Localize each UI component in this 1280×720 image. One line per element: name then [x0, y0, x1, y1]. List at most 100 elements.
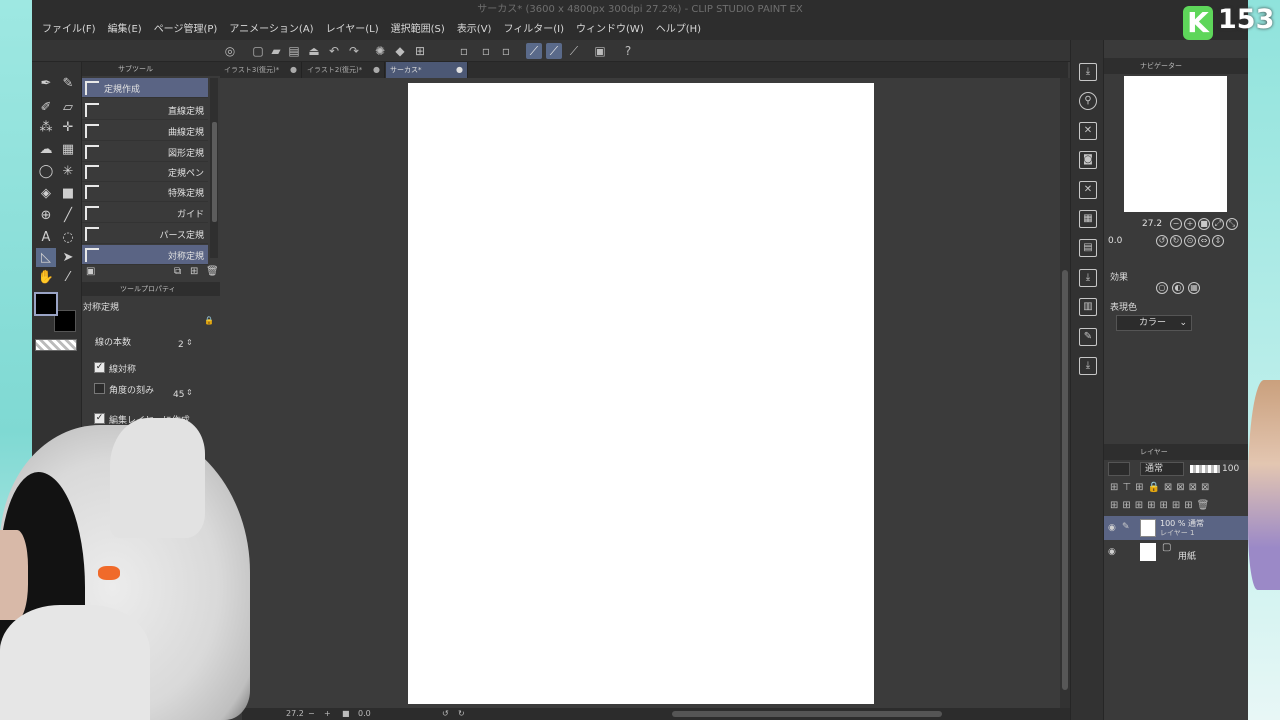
rotate-right-icon[interactable]: ↻ — [1170, 235, 1182, 247]
clip-studio-icon[interactable]: ◎ — [222, 43, 238, 59]
search-icon[interactable]: ⚲ — [1079, 92, 1097, 110]
blend-mode-select[interactable]: 通常 — [1140, 462, 1184, 476]
transform-icon[interactable]: ⊞ — [412, 43, 428, 59]
copy-subtool-icon[interactable]: ⧉ — [174, 266, 181, 277]
navigator-preview[interactable] — [1124, 76, 1227, 212]
eye-icon[interactable]: ◉ — [1108, 547, 1116, 557]
magic-wand-icon[interactable]: ✳ — [58, 162, 78, 181]
spinner-icon[interactable]: ⇕ — [186, 388, 193, 397]
decoration-icon[interactable]: ⁂ — [36, 118, 56, 137]
tab-illust3[interactable]: イラスト3(復元)* ● — [220, 62, 302, 78]
lock-icon[interactable]: 🔒 — [204, 316, 214, 325]
menu-selection[interactable]: 選択範囲(S) — [385, 20, 451, 40]
object-select-icon[interactable]: ⊕ — [36, 206, 56, 225]
eyedropper-icon[interactable]: ⁄ — [58, 268, 78, 287]
auto-action-icon[interactable]: ▥ — [1079, 298, 1097, 316]
subtool-item-perspective-ruler[interactable]: パース定規 — [82, 224, 208, 244]
canvas-scroll-thumb[interactable] — [1062, 270, 1068, 690]
close-panel-icon[interactable]: ✕ — [1079, 181, 1097, 199]
stop-icon[interactable]: ■ — [342, 708, 350, 720]
material-icon[interactable]: ✕ — [1079, 122, 1097, 140]
snap-grid-icon[interactable]: ⟋ — [566, 43, 582, 59]
line-icon[interactable]: ╱ — [58, 206, 78, 225]
operation-icon[interactable]: ➤ — [58, 248, 78, 267]
layer-tools-row-2[interactable]: ⊞⊞⊞⊞⊞⊞⊞🗑 — [1110, 500, 1213, 511]
subtool-item-guide[interactable]: ガイド — [82, 203, 208, 223]
transparent-color-swatch[interactable] — [35, 339, 77, 351]
opacity-value[interactable]: 100 — [1222, 464, 1239, 474]
menu-view[interactable]: 表示(V) — [451, 20, 498, 40]
zoom-in-icon[interactable]: + — [324, 708, 331, 720]
snap-special-ruler-icon[interactable]: ⟋ — [546, 43, 562, 59]
zoom-out-icon[interactable]: − — [308, 708, 315, 720]
tab-circus[interactable]: サーカス* ● — [386, 62, 468, 78]
status-zoom[interactable]: 27.2 — [286, 708, 304, 720]
expression-color-select[interactable]: カラー ⌄ — [1116, 315, 1192, 331]
layer-property-icon[interactable]: ▤ — [1079, 239, 1097, 257]
flip-horizontal-icon[interactable]: ⇔ — [1198, 235, 1210, 247]
tab-close-icon[interactable]: ● — [373, 62, 380, 78]
layer-color-icon[interactable] — [1108, 462, 1130, 476]
canvas-paper[interactable] — [408, 83, 874, 704]
snap-ruler-icon[interactable]: ⟋ — [526, 43, 542, 59]
rotate-left-icon[interactable]: ↺ — [442, 708, 449, 720]
blend-icon[interactable]: ☁ — [36, 140, 56, 159]
camera-icon[interactable]: ◙ — [1079, 151, 1097, 169]
new-file-icon[interactable]: ▢ — [250, 43, 266, 59]
rotate-right-icon[interactable]: ↻ — [458, 708, 465, 720]
navigator-rotation[interactable]: 0.0 — [1108, 236, 1122, 246]
horizontal-scroll-thumb[interactable] — [672, 711, 942, 717]
zoom-in-icon[interactable]: + — [1184, 218, 1196, 230]
fill-tool-icon[interactable]: ◈ — [36, 184, 56, 203]
grid-panel-icon[interactable]: ▦ — [1079, 210, 1097, 228]
line-count-value[interactable]: 2 — [178, 340, 184, 350]
open-folder-icon[interactable]: ▰ — [268, 43, 284, 59]
gradient-icon[interactable]: ■ — [58, 184, 78, 203]
subtool-item-linear-ruler[interactable]: 直線定規 — [82, 100, 208, 120]
subtool-item-symmetry-ruler[interactable]: 対称定規 — [82, 245, 208, 265]
status-rotation[interactable]: 0.0 — [358, 708, 371, 720]
effect-border-icon[interactable]: ○ — [1156, 282, 1168, 294]
tab-illust2[interactable]: イラスト2(復元)* ● — [303, 62, 385, 78]
frame-icon[interactable]: ▦ — [58, 140, 78, 159]
balloon-icon[interactable]: ◌ — [58, 228, 78, 247]
menu-animation[interactable]: アニメーション(A) — [223, 20, 319, 40]
loading-icon[interactable]: ✺ — [372, 43, 388, 59]
lasso-icon[interactable]: ◯ — [36, 162, 56, 181]
history-icon[interactable]: ⤓ — [1079, 269, 1097, 287]
actual-size-icon[interactable]: ■ — [1198, 218, 1210, 230]
menu-page[interactable]: ページ管理(P) — [148, 20, 224, 40]
pencil-icon[interactable]: ✎ — [58, 74, 78, 93]
ruler-icon[interactable]: ◺ — [36, 248, 56, 267]
angle-step-value[interactable]: 45 — [173, 390, 184, 400]
effect-pattern-icon[interactable]: ▦ — [1188, 282, 1200, 294]
effect-tone-icon[interactable]: ◐ — [1172, 282, 1184, 294]
eye-icon[interactable]: ◉ — [1108, 523, 1116, 533]
subtool-item-figure-ruler[interactable]: 図形定規 — [82, 142, 208, 162]
move-icon[interactable]: ✛ — [58, 118, 78, 137]
edit-icon[interactable]: ✎ — [1079, 328, 1097, 346]
navigator-zoom[interactable]: 27.2 — [1142, 219, 1162, 229]
export-icon[interactable]: ⏏ — [306, 43, 322, 59]
sub-view-icon[interactable]: ⤓ — [1079, 63, 1097, 81]
flip-vertical-icon[interactable]: ⇕ — [1212, 235, 1224, 247]
duplicate-subtool-icon[interactable]: ⊞ — [190, 266, 198, 277]
angle-step-checkbox[interactable] — [94, 383, 105, 394]
layer-row-paper[interactable]: ◉ ▢ 用紙 — [1104, 540, 1248, 564]
save-icon[interactable]: ▤ — [286, 43, 302, 59]
create-on-edit-layer-checkbox[interactable]: ✓ — [94, 413, 105, 424]
subtool-settings-icon[interactable]: ▣ — [86, 266, 95, 277]
tab-close-icon[interactable]: ● — [290, 62, 297, 78]
subtool-item-create-ruler[interactable]: 定規作成 — [82, 78, 208, 98]
fit-screen-icon[interactable]: ⤡ — [1226, 218, 1238, 230]
undo-icon[interactable]: ↶ — [326, 43, 342, 59]
subtool-item-ruler-pen[interactable]: 定規ペン — [82, 162, 208, 182]
tab-close-icon[interactable]: ● — [456, 62, 463, 78]
pen-icon[interactable]: ✒ — [36, 74, 56, 93]
subtool-scroll-thumb[interactable] — [212, 122, 217, 222]
redo-icon[interactable]: ↷ — [346, 43, 362, 59]
rotate-left-icon[interactable]: ↺ — [1156, 235, 1168, 247]
fill-icon[interactable]: ◆ — [392, 43, 408, 59]
opacity-slider[interactable] — [1190, 465, 1220, 473]
spinner-icon[interactable]: ⇕ — [186, 338, 193, 347]
